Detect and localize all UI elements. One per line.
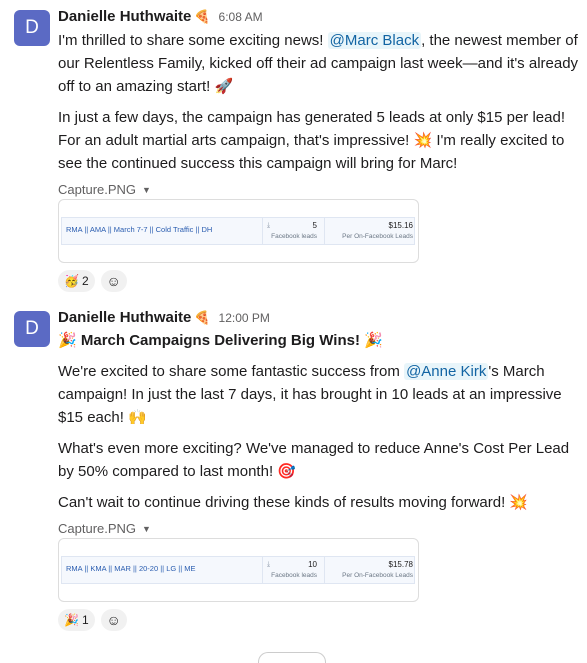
add-reaction-button[interactable]: ☺ — [100, 609, 127, 631]
target-icon: 🎯 — [277, 463, 296, 480]
reactions-bar: 🥳 2 ☺ — [58, 270, 127, 294]
leads-label: Facebook leads — [271, 233, 317, 240]
message-paragraph: Can't wait to continue driving these kin… — [58, 494, 529, 511]
collision-icon: 💥 — [413, 132, 433, 149]
pizza-icon: 🍕 — [194, 9, 211, 24]
message-header: Danielle Huthwaite 🍕 12:00 PM — [58, 308, 579, 328]
cost-cell: $15.16 Per On-Facebook Leads — [324, 218, 415, 244]
reaction-count: 1 — [81, 613, 89, 627]
user-mention[interactable]: @Anne Kirk — [404, 363, 489, 380]
leads-value: 5 — [312, 221, 317, 230]
campaign-name: RMA || AMA || March 7-7 || Cold Traffic … — [66, 225, 213, 234]
cost-cell: $15.78 Per On-Facebook Leads — [324, 557, 415, 583]
attachment-filename[interactable]: Capture.PNG ▼ — [58, 181, 579, 199]
leads-label: Facebook leads — [271, 572, 317, 579]
message-paragraph: In just a few days, the campaign has gen… — [58, 109, 565, 172]
collision-icon: 💥 — [509, 494, 529, 511]
cost-value: $15.78 — [388, 560, 413, 569]
message-headline: 🎉 March Campaigns Delivering Big Wins! 🎉 — [58, 332, 383, 349]
rocket-icon: 🚀 — [214, 78, 234, 95]
image-attachment[interactable]: RMA || AMA || March 7-7 || Cold Traffic … — [58, 199, 419, 263]
add-reaction-button[interactable]: ☺ — [100, 270, 127, 292]
chevron-down-icon[interactable]: ▼ — [142, 185, 151, 195]
new-messages-pill[interactable] — [258, 652, 326, 663]
user-mention[interactable]: @Marc Black — [327, 32, 422, 49]
campaign-name: RMA || KMA || MAR || 20-20 || LG || ME — [66, 564, 196, 573]
partying-face-icon: 🥳 — [64, 274, 79, 288]
cost-label: Per On-Facebook Leads — [342, 572, 413, 579]
leads-cell: ⤓ 10 Facebook leads — [262, 557, 319, 583]
pizza-icon: 🍕 — [194, 310, 211, 325]
reactions-bar: 🎉 1 ☺ — [58, 609, 127, 633]
attachment-filename[interactable]: Capture.PNG ▼ — [58, 520, 579, 538]
message-header: Danielle Huthwaite 🍕 6:08 AM — [58, 7, 579, 27]
chevron-down-icon[interactable]: ▼ — [142, 524, 151, 534]
author-name[interactable]: Danielle Huthwaite — [58, 8, 191, 25]
image-attachment[interactable]: RMA || KMA || MAR || 20-20 || LG || ME ⤓… — [58, 538, 419, 602]
smiley-add-icon: ☺ — [106, 612, 121, 628]
reaction-count: 2 — [81, 274, 89, 288]
cost-label: Per On-Facebook Leads — [342, 233, 413, 240]
timestamp[interactable]: 12:00 PM — [219, 311, 270, 325]
party-popper-icon: 🎉 — [364, 332, 383, 349]
ads-report-row: RMA || AMA || March 7-7 || Cold Traffic … — [61, 217, 415, 245]
avatar[interactable]: D — [14, 311, 50, 347]
smiley-add-icon: ☺ — [106, 273, 121, 289]
message-paragraph: What's even more exciting? We've managed… — [58, 440, 570, 480]
reaction-party-popper[interactable]: 🎉 1 — [58, 609, 95, 631]
party-popper-icon: 🎉 — [64, 613, 79, 627]
author-name[interactable]: Danielle Huthwaite — [58, 309, 191, 326]
avatar[interactable]: D — [14, 10, 50, 46]
cost-value: $15.16 — [388, 221, 413, 230]
message-paragraph: We're excited to share some fantastic su… — [58, 363, 562, 426]
leads-value: 10 — [308, 560, 317, 569]
timestamp[interactable]: 6:08 AM — [219, 10, 263, 24]
download-icon: ⤓ — [267, 561, 271, 568]
ads-report-row: RMA || KMA || MAR || 20-20 || LG || ME ⤓… — [61, 556, 415, 584]
raised-hands-icon: 🙌 — [128, 409, 147, 426]
party-popper-icon: 🎉 — [58, 332, 77, 349]
download-icon: ⤓ — [267, 222, 271, 229]
message-paragraph: I'm thrilled to share some exciting news… — [58, 32, 579, 95]
reaction-partying-face[interactable]: 🥳 2 — [58, 270, 95, 292]
leads-cell: ⤓ 5 Facebook leads — [262, 218, 319, 244]
